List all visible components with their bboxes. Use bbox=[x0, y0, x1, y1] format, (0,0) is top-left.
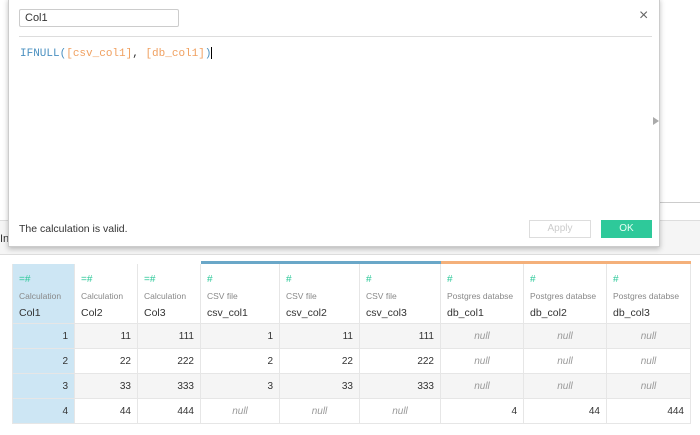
column-source: Postgres databse bbox=[530, 291, 597, 301]
column-name: csv_col2 bbox=[286, 307, 327, 319]
table-row: 2 22 222 2 22 222 null null null bbox=[12, 348, 691, 374]
table-cell[interactable]: 33 bbox=[74, 373, 138, 399]
calculated-number-icon: =# bbox=[81, 274, 93, 285]
column-source: CSV file bbox=[207, 291, 238, 301]
table-cell[interactable]: 33 bbox=[279, 373, 360, 399]
apply-button[interactable]: Apply bbox=[529, 220, 591, 238]
table-cell[interactable]: null bbox=[279, 398, 360, 424]
table-cell[interactable]: 111 bbox=[137, 323, 201, 349]
column-header-Col3[interactable]: =# Calculation Col3 bbox=[137, 261, 201, 324]
column-source: Calculation bbox=[144, 291, 187, 301]
table-cell[interactable]: 111 bbox=[359, 323, 441, 349]
table-cell[interactable]: null bbox=[440, 373, 524, 399]
validation-status: The calculation is valid. bbox=[19, 223, 128, 235]
table-cell[interactable]: 3 bbox=[200, 373, 280, 399]
close-icon[interactable]: × bbox=[639, 7, 648, 25]
data-grid: =# Calculation Col1 =# Calculation Col2 =# Calc… bbox=[12, 261, 691, 424]
table-cell[interactable]: 2 bbox=[12, 348, 75, 374]
column-name: Col3 bbox=[144, 307, 166, 319]
table-cell[interactable]: 22 bbox=[74, 348, 138, 374]
column-name: Col1 bbox=[19, 307, 41, 319]
table-cell[interactable]: 444 bbox=[606, 398, 691, 424]
column-header-csv_col1[interactable]: # CSV file csv_col1 bbox=[200, 261, 280, 324]
table-cell[interactable]: 222 bbox=[359, 348, 441, 374]
column-source: Postgres databse bbox=[613, 291, 680, 301]
table-cell[interactable]: 22 bbox=[279, 348, 360, 374]
table-cell[interactable]: 4 bbox=[12, 398, 75, 424]
number-icon: # bbox=[447, 274, 453, 285]
table-cell[interactable]: null bbox=[523, 373, 607, 399]
text-caret bbox=[211, 47, 213, 59]
table-cell[interactable]: 2 bbox=[200, 348, 280, 374]
formula-field: [db_col1] bbox=[145, 47, 205, 60]
column-name: csv_col3 bbox=[366, 307, 407, 319]
table-cell[interactable]: null bbox=[440, 348, 524, 374]
column-header-db_col2[interactable]: # Postgres databse db_col2 bbox=[523, 261, 607, 324]
divider bbox=[660, 202, 700, 203]
table-cell[interactable]: null bbox=[523, 323, 607, 349]
formula-editor[interactable]: IFNULL([csv_col1], [db_col1]) bbox=[20, 47, 213, 60]
table-cell[interactable]: 444 bbox=[137, 398, 201, 424]
formula-paren: ) bbox=[204, 47, 212, 60]
column-header-db_col1[interactable]: # Postgres databse db_col1 bbox=[440, 261, 524, 324]
divider bbox=[19, 36, 652, 37]
table-cell[interactable]: 1 bbox=[12, 323, 75, 349]
calculated-number-icon: =# bbox=[19, 274, 31, 285]
expand-panel-arrow-icon[interactable] bbox=[653, 117, 659, 125]
table-cell[interactable]: null bbox=[440, 323, 524, 349]
column-source: CSV file bbox=[286, 291, 317, 301]
table-cell[interactable]: null bbox=[200, 398, 280, 424]
column-header-Col1[interactable]: =# Calculation Col1 bbox=[12, 261, 75, 324]
table-cell[interactable]: 333 bbox=[137, 373, 201, 399]
table-cell[interactable]: 3 bbox=[12, 373, 75, 399]
column-header-csv_col2[interactable]: # CSV file csv_col2 bbox=[279, 261, 360, 324]
table-cell[interactable]: null bbox=[523, 348, 607, 374]
table-cell[interactable]: 1 bbox=[200, 323, 280, 349]
column-source: Calculation bbox=[81, 291, 124, 301]
formula-field: [csv_col1] bbox=[66, 47, 133, 60]
number-icon: # bbox=[286, 274, 292, 285]
table-cell[interactable]: null bbox=[359, 398, 441, 424]
column-header-db_col3[interactable]: # Postgres databse db_col3 bbox=[606, 261, 691, 324]
table-row: 4 44 444 null null null 4 44 444 bbox=[12, 398, 691, 424]
table-cell[interactable]: null bbox=[606, 323, 691, 349]
column-header-csv_col3[interactable]: # CSV file csv_col3 bbox=[359, 261, 441, 324]
number-icon: # bbox=[366, 274, 372, 285]
column-name: db_col3 bbox=[613, 307, 650, 319]
table-row: 3 33 333 3 33 333 null null null bbox=[12, 373, 691, 399]
column-source: CSV file bbox=[366, 291, 397, 301]
calculation-name-input[interactable] bbox=[19, 9, 179, 27]
table-cell[interactable]: 4 bbox=[440, 398, 524, 424]
table-cell[interactable]: null bbox=[606, 348, 691, 374]
formula-separator: , bbox=[132, 47, 146, 60]
calculated-number-icon: =# bbox=[144, 274, 156, 285]
calculation-dialog: × IFNULL([csv_col1], [db_col1]) The calc… bbox=[8, 0, 660, 247]
column-source: Postgres databse bbox=[447, 291, 514, 301]
column-name: db_col1 bbox=[447, 307, 484, 319]
table-cell[interactable]: null bbox=[606, 373, 691, 399]
number-icon: # bbox=[613, 274, 619, 285]
column-name: csv_col1 bbox=[207, 307, 248, 319]
table-cell[interactable]: 11 bbox=[74, 323, 138, 349]
table-cell[interactable]: 44 bbox=[74, 398, 138, 424]
number-icon: # bbox=[207, 274, 213, 285]
table-cell[interactable]: 222 bbox=[137, 348, 201, 374]
table-cell[interactable]: 333 bbox=[359, 373, 441, 399]
column-name: Col2 bbox=[81, 307, 103, 319]
table-row: 1 11 111 1 11 111 null null null bbox=[12, 323, 691, 349]
column-name: db_col2 bbox=[530, 307, 567, 319]
column-header-Col2[interactable]: =# Calculation Col2 bbox=[74, 261, 138, 324]
ok-button[interactable]: OK bbox=[601, 220, 652, 238]
column-source: Calculation bbox=[19, 291, 62, 301]
number-icon: # bbox=[530, 274, 536, 285]
table-cell[interactable]: 11 bbox=[279, 323, 360, 349]
formula-function: IFNULL( bbox=[20, 47, 67, 60]
table-cell[interactable]: 44 bbox=[523, 398, 607, 424]
